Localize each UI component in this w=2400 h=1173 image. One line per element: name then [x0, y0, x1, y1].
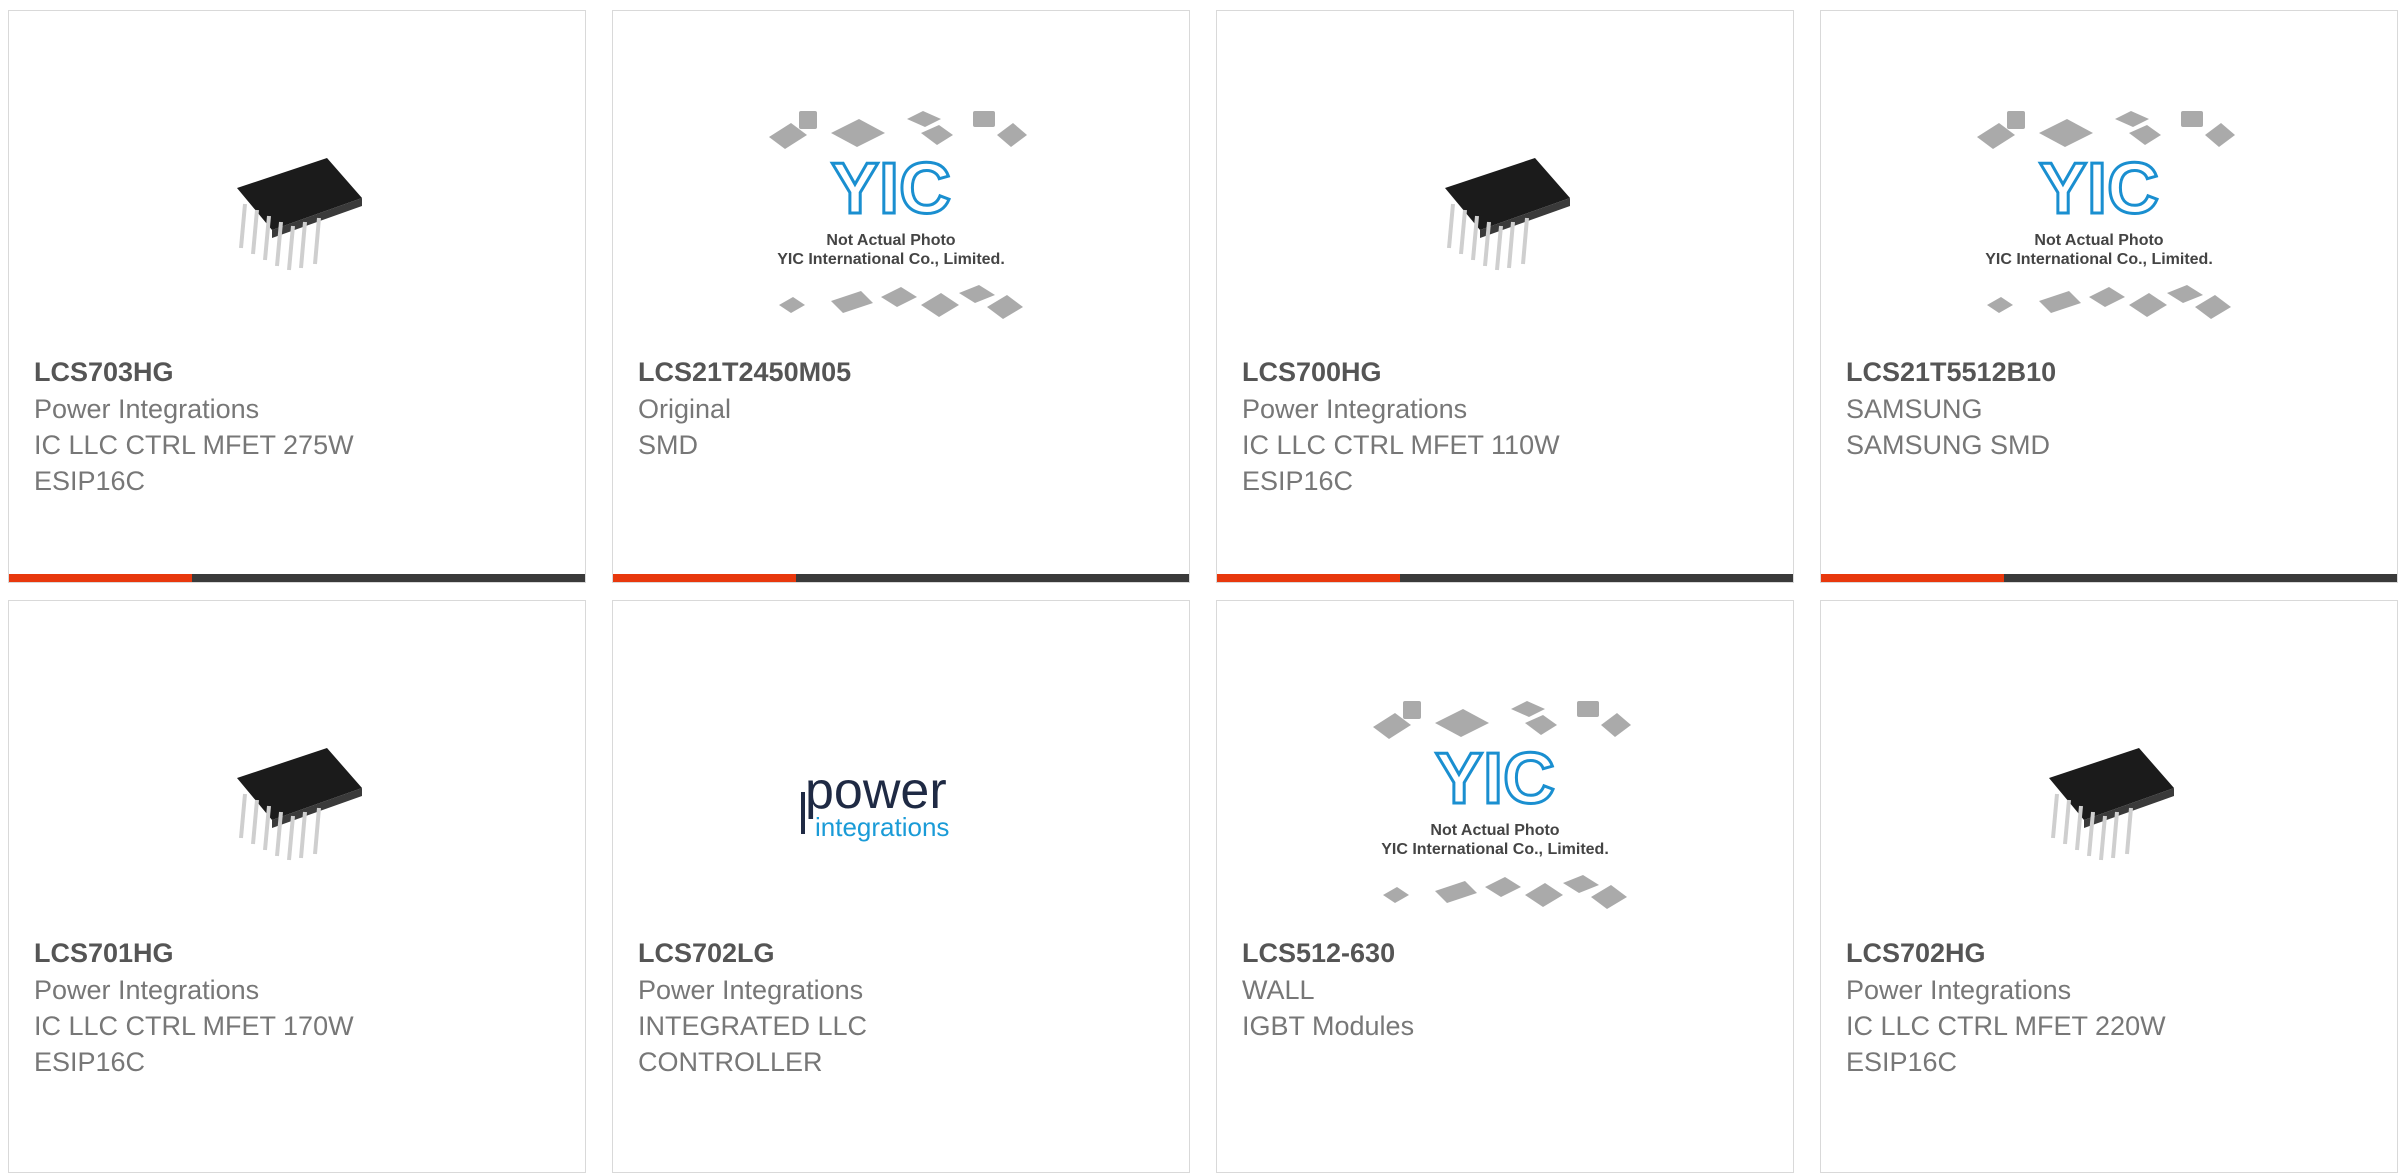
- product-image[interactable]: YIC Not Actual Photo YIC International C…: [613, 83, 1189, 353]
- description: SAMSUNG SMD: [1846, 430, 2051, 460]
- svg-text:Not Actual Photo: Not Actual Photo: [1430, 822, 1559, 839]
- product-card[interactable]: LCS702HG Power Integrations IC LLC CTRL …: [1820, 600, 2398, 1173]
- description: IC LLC CTRL MFET 170W: [34, 1011, 354, 1041]
- card-bar: [1821, 574, 2397, 582]
- part-number-link[interactable]: LCS701HG: [34, 935, 565, 972]
- product-image[interactable]: [9, 83, 585, 353]
- package: ESIP16C: [34, 466, 146, 496]
- card-bar-accent: [1217, 574, 1400, 582]
- svg-text:Not Actual Photo: Not Actual Photo: [826, 232, 955, 249]
- product-card[interactable]: power integrations LCS702LG Power Integr…: [612, 600, 1190, 1173]
- card-bar-accent: [9, 574, 192, 582]
- yic-placeholder-icon: YIC Not Actual Photo YIC International C…: [1373, 701, 1631, 909]
- product-grid: LCS703HG Power Integrations IC LLC CTRL …: [0, 0, 2400, 1173]
- svg-text:YIC: YIC: [831, 149, 951, 229]
- card-bar-accent: [1821, 574, 2004, 582]
- product-card[interactable]: YIC Not Actual Photo YIC International C…: [612, 10, 1190, 583]
- manufacturer: Power Integrations: [638, 975, 864, 1005]
- manufacturer: WALL: [1242, 975, 1315, 1005]
- yic-placeholder-icon: YIC Not Actual Photo YIC International C…: [769, 111, 1027, 319]
- product-card[interactable]: LCS700HG Power Integrations IC LLC CTRL …: [1216, 10, 1794, 583]
- part-number-link[interactable]: LCS21T2450M05: [638, 354, 1169, 391]
- package: CONTROLLER: [638, 1047, 823, 1077]
- package: ESIP16C: [1846, 1047, 1958, 1077]
- card-bar-accent: [613, 574, 796, 582]
- chip-icon: [1445, 158, 1570, 271]
- chip-icon: [237, 158, 362, 271]
- power-integrations-logo: power integrations: [801, 762, 949, 842]
- description: IGBT Modules: [1242, 1011, 1415, 1041]
- card-bar: [613, 574, 1189, 582]
- product-image[interactable]: power integrations: [613, 673, 1189, 943]
- svg-text:YIC International Co., Limited: YIC International Co., Limited.: [777, 251, 1005, 268]
- part-number-link[interactable]: LCS702HG: [1846, 935, 2377, 972]
- manufacturer: SAMSUNG: [1846, 394, 1983, 424]
- svg-text:YIC International Co., Limited: YIC International Co., Limited.: [1985, 251, 2213, 268]
- product-image[interactable]: [1217, 83, 1793, 353]
- description: IC LLC CTRL MFET 110W: [1242, 430, 1560, 460]
- svg-text:YIC: YIC: [1435, 739, 1555, 819]
- description: IC LLC CTRL MFET 220W: [1846, 1011, 2166, 1041]
- manufacturer: Power Integrations: [34, 975, 260, 1005]
- part-number-link[interactable]: LCS21T5512B10: [1846, 354, 2377, 391]
- description: SMD: [638, 430, 698, 460]
- part-number-link[interactable]: LCS700HG: [1242, 354, 1773, 391]
- description: IC LLC CTRL MFET 275W: [34, 430, 354, 460]
- manufacturer: Power Integrations: [1242, 394, 1468, 424]
- package: ESIP16C: [1242, 466, 1354, 496]
- product-card[interactable]: LCS701HG Power Integrations IC LLC CTRL …: [8, 600, 586, 1173]
- product-card[interactable]: LCS703HG Power Integrations IC LLC CTRL …: [8, 10, 586, 583]
- svg-text:integrations: integrations: [815, 812, 949, 842]
- product-card[interactable]: YIC Not Actual Photo YIC International C…: [1216, 600, 1794, 1173]
- manufacturer: Power Integrations: [34, 394, 260, 424]
- card-bar: [9, 574, 585, 582]
- manufacturer: Power Integrations: [1846, 975, 2072, 1005]
- part-number-link[interactable]: LCS512-630: [1242, 935, 1773, 972]
- manufacturer: Original: [638, 394, 732, 424]
- product-image[interactable]: YIC Not Actual Photo YIC International C…: [1217, 673, 1793, 943]
- product-image[interactable]: [1821, 673, 2397, 943]
- product-image[interactable]: YIC Not Actual Photo YIC International C…: [1821, 83, 2397, 353]
- product-image[interactable]: [9, 673, 585, 943]
- package: ESIP16C: [34, 1047, 146, 1077]
- svg-text:YIC: YIC: [2039, 149, 2159, 229]
- svg-text:Not Actual Photo: Not Actual Photo: [2034, 232, 2163, 249]
- chip-icon: [237, 748, 362, 861]
- chip-icon: [2049, 748, 2174, 861]
- yic-placeholder-icon: YIC Not Actual Photo YIC International C…: [1977, 111, 2235, 319]
- product-card[interactable]: YIC Not Actual Photo YIC International C…: [1820, 10, 2398, 583]
- part-number-link[interactable]: LCS702LG: [638, 935, 1169, 972]
- part-number-link[interactable]: LCS703HG: [34, 354, 565, 391]
- card-bar: [1217, 574, 1793, 582]
- description: INTEGRATED LLC: [638, 1011, 868, 1041]
- svg-text:YIC International Co., Limited: YIC International Co., Limited.: [1381, 841, 1609, 858]
